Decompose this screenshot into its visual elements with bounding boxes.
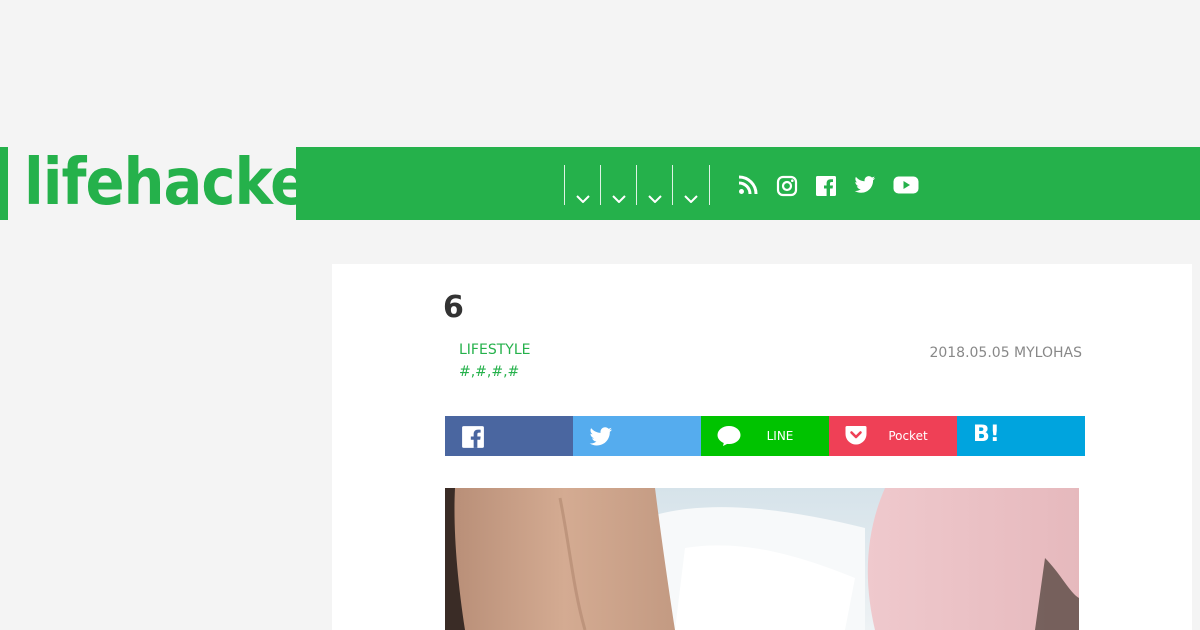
article-category[interactable]: LIFESTYLE: [459, 342, 530, 358]
twitter-icon[interactable]: [854, 175, 876, 197]
share-bar: LINE Pocket B!: [445, 416, 1085, 456]
chevron-down-icon: [576, 195, 590, 203]
nav-dropdown-3[interactable]: [636, 165, 673, 205]
chevron-down-icon: [648, 195, 662, 203]
share-pocket-button[interactable]: Pocket: [829, 416, 957, 456]
share-hatena-button[interactable]: B!: [957, 416, 1085, 456]
chevron-down-icon: [612, 195, 626, 203]
article-tags[interactable]: #,#,#,#: [459, 364, 519, 380]
share-twitter-button[interactable]: [573, 416, 701, 456]
main-nav: [296, 147, 1200, 220]
chevron-down-icon: [684, 195, 698, 203]
youtube-icon[interactable]: [893, 175, 919, 197]
facebook-icon: [461, 425, 485, 453]
site-logo[interactable]: lifehacker: [24, 140, 337, 226]
hatena-bookmark-icon: B!: [973, 422, 1000, 447]
facebook-icon[interactable]: [815, 175, 837, 197]
share-facebook-button[interactable]: [445, 416, 573, 456]
share-line-button[interactable]: LINE: [701, 416, 829, 456]
nav-dropdown-2[interactable]: [600, 165, 637, 205]
logo-accent-bar: [0, 147, 8, 220]
share-line-label: LINE: [766, 429, 794, 443]
rss-icon[interactable]: [738, 175, 760, 197]
article-title: 6: [443, 290, 464, 325]
instagram-icon[interactable]: [776, 175, 798, 197]
nav-dropdown-1[interactable]: [564, 165, 601, 205]
share-pocket-label: Pocket: [888, 429, 928, 443]
nav-dropdown-4[interactable]: [672, 165, 710, 205]
article-hero-image: [445, 488, 1079, 630]
article-meta: 2018.05.05 MYLOHAS: [929, 345, 1082, 361]
twitter-icon: [589, 427, 613, 451]
